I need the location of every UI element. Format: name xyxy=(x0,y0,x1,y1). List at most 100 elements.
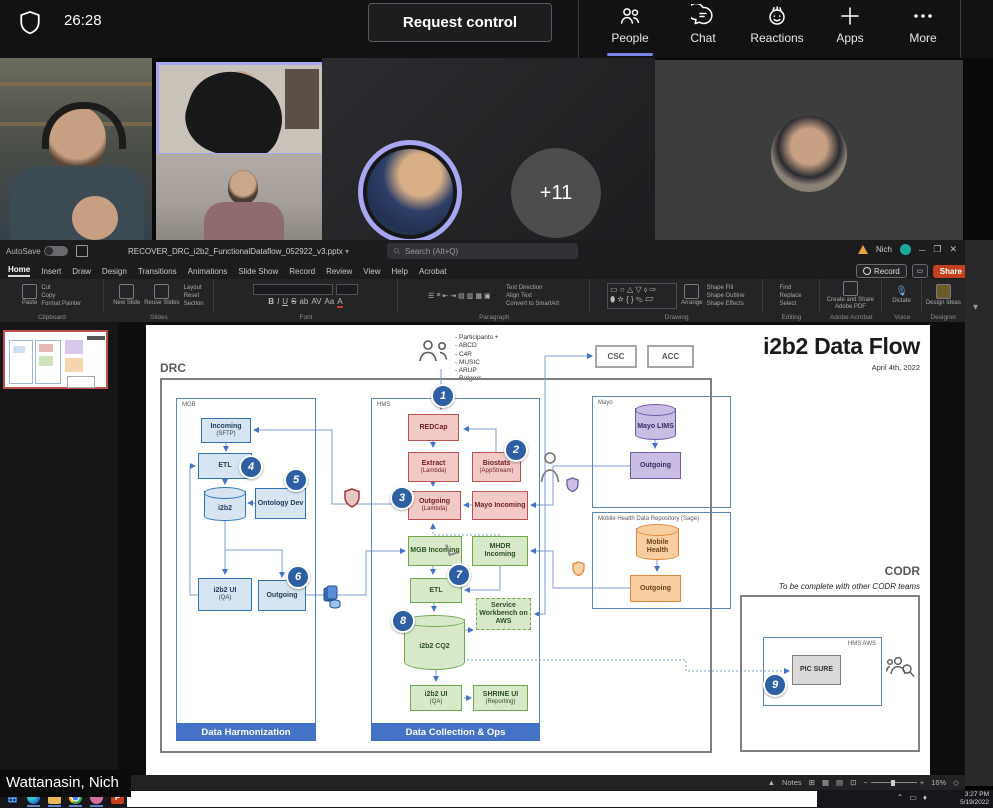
video-tile-active-speaker[interactable] xyxy=(156,62,328,156)
chevron-down-icon[interactable]: ▾ xyxy=(345,247,349,256)
bold-button[interactable]: B xyxy=(268,297,274,308)
nav-more[interactable]: More xyxy=(891,4,955,56)
char-spacing-button[interactable]: AV xyxy=(311,297,321,308)
align-right-button[interactable]: ▦ xyxy=(475,292,482,300)
zoom-in-button[interactable]: + xyxy=(920,778,924,787)
slide-thumbnail[interactable] xyxy=(3,330,108,389)
step-badge-1: 1 xyxy=(431,384,455,408)
font-name-select[interactable] xyxy=(253,284,333,295)
numbering-button[interactable]: ≡ xyxy=(436,292,440,300)
reuse-slides-button[interactable]: Reuse Slides xyxy=(144,284,179,307)
format-painter-button[interactable]: Format Painter xyxy=(41,301,81,307)
dictate-button[interactable]: 🎙 Dictate xyxy=(892,286,911,305)
record-button[interactable]: Record xyxy=(856,264,907,278)
create-share-pdf-button[interactable]: Create and Share Adobe PDF xyxy=(824,281,878,310)
change-case-button[interactable]: Aa xyxy=(324,297,334,308)
comments-button[interactable]: ▭ xyxy=(912,264,928,278)
video-tile-participant-1[interactable] xyxy=(0,58,152,240)
font-size-select[interactable] xyxy=(336,284,358,295)
ribbon-tab-transitions[interactable]: Transitions xyxy=(138,267,177,276)
underline-button[interactable]: U xyxy=(282,297,288,308)
italic-button[interactable]: I xyxy=(277,297,279,308)
nav-people[interactable]: People xyxy=(598,4,662,56)
shape-effects-button[interactable]: Shape Effects xyxy=(707,301,745,307)
zoom-percentage[interactable]: 16% xyxy=(931,778,946,787)
overflow-participants-badge[interactable]: +11 xyxy=(511,148,601,238)
warning-icon[interactable] xyxy=(858,245,868,254)
align-center-button[interactable]: ▥ xyxy=(467,292,474,300)
zoom-slider[interactable]: − + xyxy=(863,778,924,787)
shadow-button[interactable]: ab xyxy=(299,297,308,308)
replace-button[interactable]: Replace xyxy=(780,293,802,299)
zoom-knob[interactable] xyxy=(891,780,895,786)
nav-reactions[interactable]: Reactions xyxy=(745,4,809,56)
design-ideas-button[interactable]: Design Ideas xyxy=(926,284,961,307)
save-icon[interactable] xyxy=(76,245,88,257)
bullets-button[interactable]: ☰ xyxy=(428,292,434,300)
smartart-button[interactable]: Convert to SmartArt xyxy=(506,301,559,307)
font-color-button[interactable]: A xyxy=(337,297,342,308)
shape-outline-button[interactable]: Shape Outline xyxy=(707,293,745,299)
fit-slide-button[interactable]: ◇ xyxy=(953,778,959,787)
share-button[interactable]: Share xyxy=(933,265,969,278)
align-text-button[interactable]: Align Text xyxy=(506,293,559,299)
section-button[interactable]: Section xyxy=(184,301,204,307)
taskbar-clock[interactable]: 3:27 PM 5/19/2022 xyxy=(931,791,989,807)
layout-button[interactable]: Layout xyxy=(184,285,204,291)
clipboard-group: Paste Cut Copy Format Painter xyxy=(0,279,104,312)
select-button[interactable]: Select xyxy=(780,301,802,307)
tray-display-icon[interactable]: ▭ xyxy=(909,793,917,802)
tray-chevron-icon[interactable]: ⌃ xyxy=(897,793,904,802)
outdent-button[interactable]: ⇥ xyxy=(450,292,456,300)
view-normal-button[interactable]: ⊞ xyxy=(809,778,815,787)
zoom-track[interactable] xyxy=(871,782,917,783)
reset-button[interactable]: Reset xyxy=(184,293,204,299)
ribbon-tab-record[interactable]: Record xyxy=(289,267,315,276)
video-tile-participant-right[interactable] xyxy=(655,60,963,240)
search-input[interactable]: Search (Alt+Q) xyxy=(387,243,578,259)
ribbon-tab-design[interactable]: Design xyxy=(102,267,127,276)
taskbar-search-box[interactable] xyxy=(127,791,817,807)
avatar-ring[interactable] xyxy=(358,140,462,244)
zoom-out-button[interactable]: − xyxy=(863,778,867,787)
cut-button[interactable]: Cut xyxy=(41,285,81,291)
arrange-button[interactable]: Arrange xyxy=(681,284,702,307)
nav-apps[interactable]: Apps xyxy=(818,4,882,56)
notes-button[interactable]: Notes xyxy=(782,778,802,787)
nav-chat[interactable]: Chat xyxy=(671,4,735,56)
restore-button[interactable]: ❐ xyxy=(933,244,941,255)
ribbon-tab-help[interactable]: Help xyxy=(392,267,408,276)
view-reading-button[interactable]: ▤ xyxy=(836,778,843,787)
shape-fill-button[interactable]: Shape Fill xyxy=(707,285,745,291)
strikethrough-button[interactable]: S xyxy=(291,297,296,308)
group-label-acrobat: Adobe Acrobat xyxy=(820,312,883,322)
ribbon-tab-insert[interactable]: Insert xyxy=(41,267,61,276)
indent-button[interactable]: ⇤ xyxy=(442,292,448,300)
close-button[interactable]: ✕ xyxy=(949,244,957,255)
tray-network-icon[interactable]: ♦ xyxy=(923,793,927,802)
ribbon-tab-acrobat[interactable]: Acrobat xyxy=(419,267,447,276)
video-tile-participant-3[interactable] xyxy=(156,154,322,240)
paste-button[interactable]: Paste xyxy=(22,284,37,307)
ribbon-tab-review[interactable]: Review xyxy=(326,267,352,276)
ribbon-tab-draw[interactable]: Draw xyxy=(72,267,91,276)
request-control-button[interactable]: Request control xyxy=(368,3,552,42)
new-slide-button[interactable]: New Slide xyxy=(113,284,140,307)
align-left-button[interactable]: ▤ xyxy=(458,292,465,300)
ribbon-tab-animations[interactable]: Animations xyxy=(188,267,228,276)
copy-button[interactable]: Copy xyxy=(41,293,81,299)
ribbon-tab-view[interactable]: View xyxy=(363,267,380,276)
text-direction-button[interactable]: Text Direction xyxy=(506,285,559,291)
view-slideshow-button[interactable]: ⊡ xyxy=(850,778,856,787)
notes-marker-icon: ▲ xyxy=(768,778,775,787)
find-button[interactable]: Find xyxy=(780,285,802,291)
minimize-button[interactable]: ─ xyxy=(919,245,925,255)
view-sorter-button[interactable]: ▦ xyxy=(822,778,829,787)
ribbon-tab-home[interactable]: Home xyxy=(8,265,30,277)
columns-button[interactable]: ▣ xyxy=(484,292,491,300)
shape-gallery[interactable]: ▭ ○ △ ▽ ⬨ ⇨ ⬮ ☆ { } ✎ ▱ xyxy=(607,283,677,309)
collapse-gallery-arrow[interactable]: ▾ xyxy=(973,302,978,313)
autosave-toggle[interactable] xyxy=(44,246,68,256)
codr-label: CODR xyxy=(826,564,920,578)
ribbon-tab-slideshow[interactable]: Slide Show xyxy=(238,267,278,276)
